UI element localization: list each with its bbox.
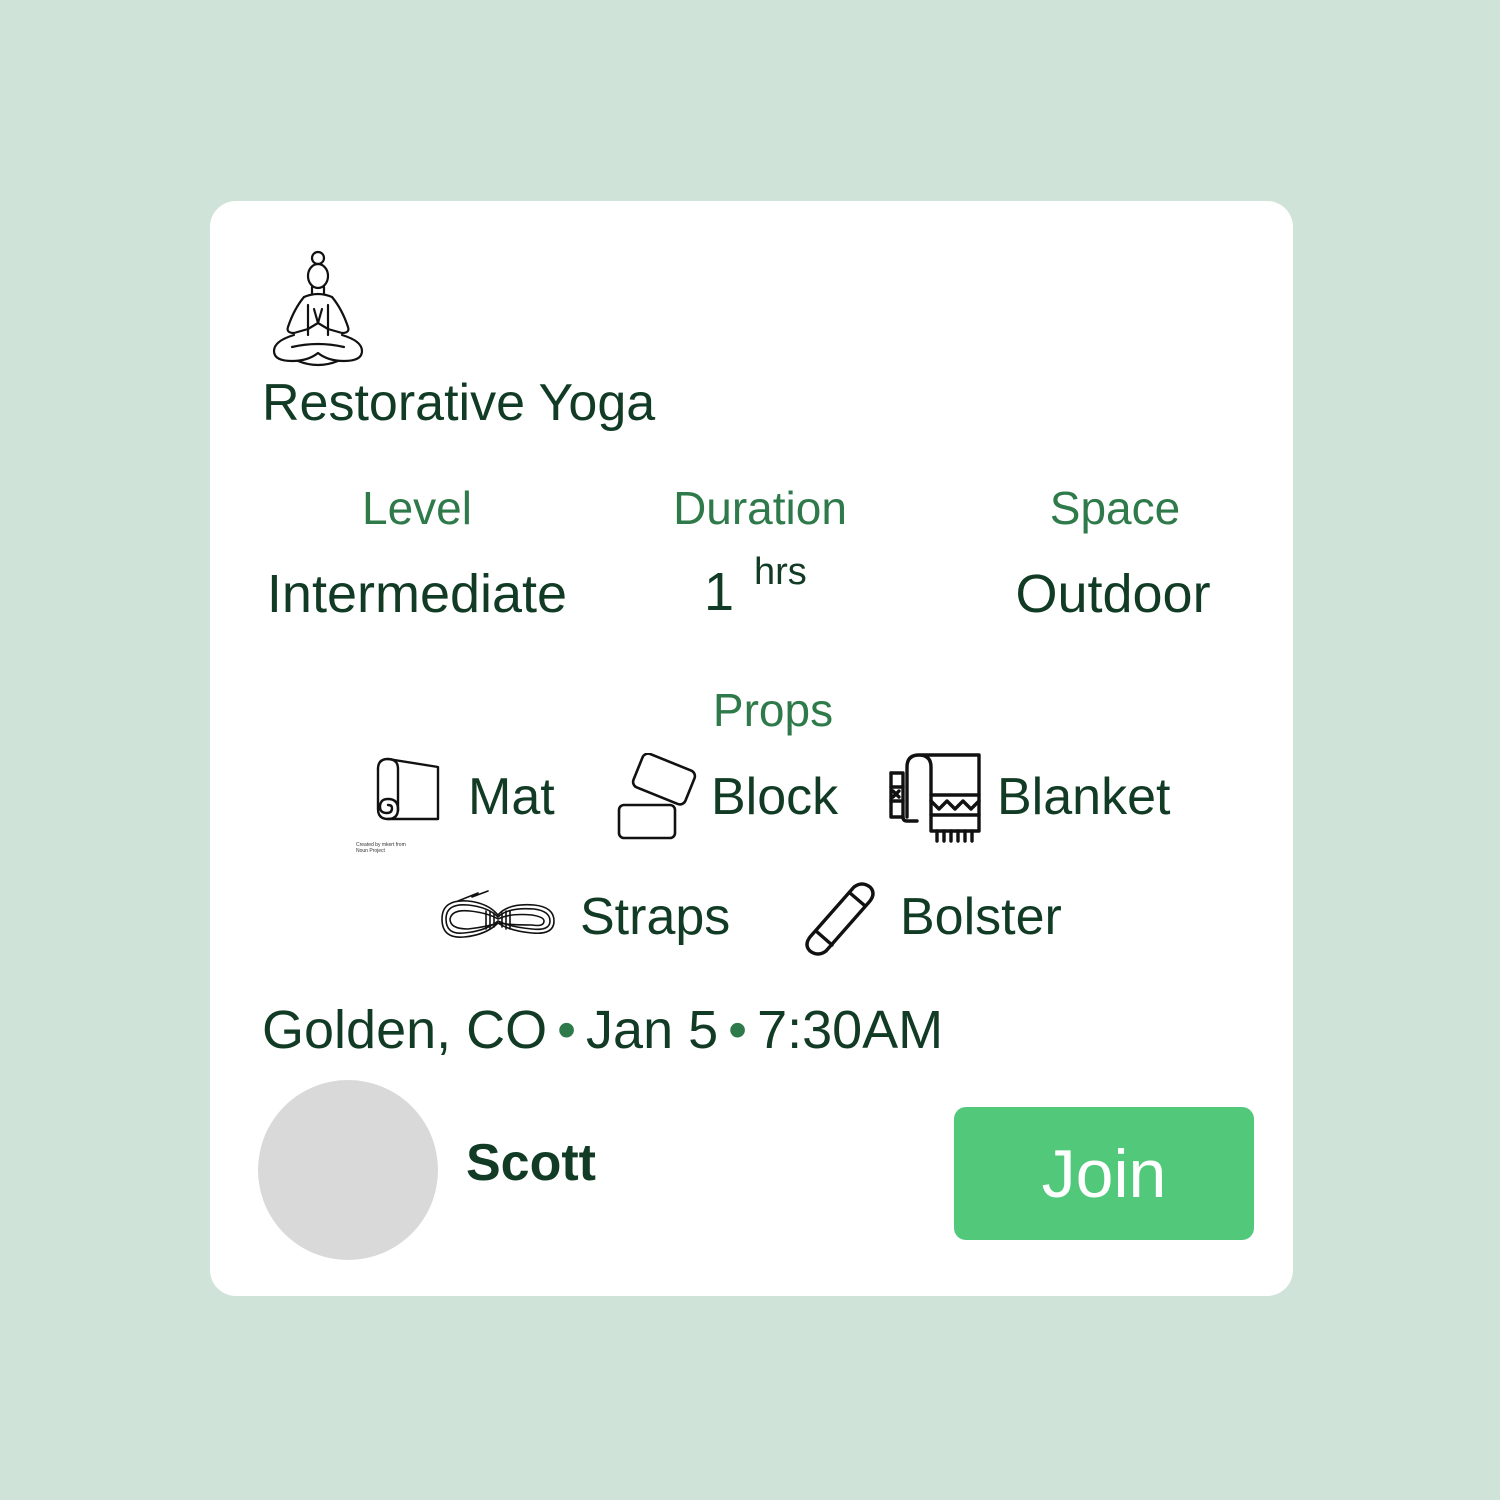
space-label: Space xyxy=(1049,482,1181,534)
class-title: Restorative Yoga xyxy=(262,374,656,432)
meditation-pose-icon xyxy=(268,249,368,371)
prop-label-mat: Mat xyxy=(468,768,555,826)
prop-label-block: Block xyxy=(711,768,839,826)
session-time: 7:30AM xyxy=(757,1000,944,1060)
prop-label-bolster: Bolster xyxy=(900,888,1062,946)
class-card: Restorative Yoga Level Intermediate Dura… xyxy=(210,201,1293,1296)
prop-label-blanket: Blanket xyxy=(997,768,1171,826)
duration-label: Duration xyxy=(673,482,847,534)
duration-value: 1 xyxy=(704,562,735,622)
separator-dot: • xyxy=(728,1000,748,1060)
blanket-icon xyxy=(887,751,985,845)
level-value: Intermediate xyxy=(266,564,568,624)
separator-dot: • xyxy=(557,1000,577,1060)
props-label: Props xyxy=(712,684,834,736)
yoga-mat-icon xyxy=(372,755,442,823)
session-details: Golden, CO • Jan 5 • 7:30AM xyxy=(262,999,943,1061)
yoga-block-icon xyxy=(616,752,698,841)
space-value: Outdoor xyxy=(1015,564,1211,624)
session-date: Jan 5 xyxy=(586,1000,719,1060)
prop-label-straps: Straps xyxy=(580,888,731,946)
session-location: Golden, CO xyxy=(262,1000,548,1060)
duration-unit: hrs xyxy=(754,551,807,593)
bolster-icon xyxy=(802,879,878,957)
mat-icon-credit: Created by mkert from Noun Project xyxy=(356,842,406,854)
join-button[interactable]: Join xyxy=(954,1107,1254,1240)
avatar[interactable] xyxy=(258,1080,438,1260)
host-name[interactable]: Scott xyxy=(466,1133,596,1193)
strap-icon xyxy=(438,889,558,949)
level-label: Level xyxy=(362,482,472,534)
